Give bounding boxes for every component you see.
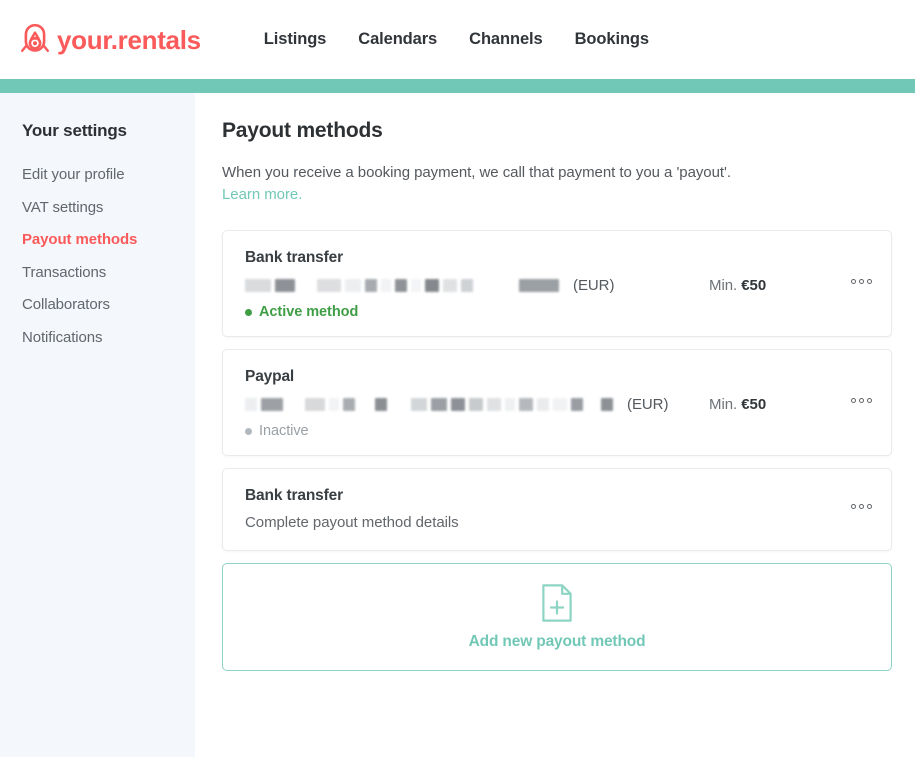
kebab-dot-1 xyxy=(851,398,856,403)
sidebar-item-payout-methods[interactable]: Payout methods xyxy=(0,224,195,257)
sidebar-item-edit-your-profile[interactable]: Edit your profile xyxy=(0,159,195,192)
payout-method-title: Bank transfer xyxy=(245,487,343,504)
sidebar-item-transactions[interactable]: Transactions xyxy=(0,257,195,290)
minimum-label: Min. xyxy=(709,277,738,294)
page-title: Payout methods xyxy=(222,119,383,142)
payout-method-title: Bank transfer xyxy=(245,249,343,266)
sidebar-nav: Edit your profile VAT settings Payout me… xyxy=(0,159,195,354)
payout-method-card[interactable]: Paypal (EUR) Inactive Min. €50 xyxy=(222,349,892,456)
payout-methods-page: your.rentals Listings Calendars Channels… xyxy=(0,0,915,757)
kebab-dot-3 xyxy=(867,279,872,284)
status-badge: Inactive xyxy=(245,423,709,439)
main-nav: Listings Calendars Channels Bookings xyxy=(264,30,649,49)
status-dot-icon xyxy=(245,308,252,316)
brand-logo[interactable]: your.rentals xyxy=(20,23,201,57)
top-navigation-bar: your.rentals Listings Calendars Channels… xyxy=(0,0,915,79)
minimum-value: €50 xyxy=(741,277,767,294)
payout-method-subtitle: Complete payout method details xyxy=(245,514,459,531)
payout-method-card[interactable]: Bank transfer Complete payout method det… xyxy=(222,468,892,551)
redacted-account-number xyxy=(245,279,563,292)
learn-more-link[interactable]: Learn more. xyxy=(222,184,915,206)
add-new-payout-method-label: Add new payout method xyxy=(468,632,646,650)
minimum-value: €50 xyxy=(741,396,767,413)
minimum-payout: Min. €50 xyxy=(709,395,869,413)
sidebar-item-notifications[interactable]: Notifications xyxy=(0,322,195,355)
rental-key-logo-icon xyxy=(21,23,49,52)
kebab-menu-icon[interactable] xyxy=(851,504,872,509)
add-new-payout-method-button[interactable]: Add new payout method xyxy=(222,563,892,671)
sidebar-item-vat-settings[interactable]: VAT settings xyxy=(0,192,195,225)
nav-item-calendars[interactable]: Calendars xyxy=(358,30,437,49)
intro-text: When you receive a booking payment, we c… xyxy=(222,164,731,181)
minimum-payout: Min. €50 xyxy=(709,276,869,294)
redacted-account-email xyxy=(245,398,617,411)
nav-item-listings[interactable]: Listings xyxy=(264,30,327,49)
status-badge: Active method xyxy=(245,304,709,320)
nav-item-bookings[interactable]: Bookings xyxy=(575,30,649,49)
account-number-row: (EUR) xyxy=(245,276,709,295)
kebab-dot-2 xyxy=(859,398,864,403)
kebab-menu-icon[interactable] xyxy=(851,279,872,284)
payout-method-title: Paypal xyxy=(245,368,295,385)
sidebar-item-collaborators[interactable]: Collaborators xyxy=(0,289,195,322)
intro-paragraph: When you receive a booking payment, we c… xyxy=(222,162,915,206)
kebab-dot-3 xyxy=(867,398,872,403)
kebab-dot-1 xyxy=(851,279,856,284)
nav-item-channels[interactable]: Channels xyxy=(469,30,543,49)
payout-method-card[interactable]: Bank transfer (EUR) Active method Min. €… xyxy=(222,230,892,337)
status-label: Inactive xyxy=(259,423,309,439)
status-dot-icon xyxy=(245,427,252,435)
settings-sidebar: Your settings Edit your profile VAT sett… xyxy=(0,93,195,757)
account-number-row: (EUR) xyxy=(245,395,709,414)
sidebar-title: Your settings xyxy=(22,121,127,140)
document-plus-icon xyxy=(542,583,572,622)
status-label: Active method xyxy=(259,304,359,320)
currency-label: (EUR) xyxy=(573,277,615,294)
main-content: Payout methods When you receive a bookin… xyxy=(195,93,915,757)
accent-divider xyxy=(0,79,915,93)
kebab-menu-icon[interactable] xyxy=(851,398,872,403)
kebab-dot-3 xyxy=(867,504,872,509)
kebab-dot-1 xyxy=(851,504,856,509)
kebab-dot-2 xyxy=(859,504,864,509)
kebab-dot-2 xyxy=(859,279,864,284)
payout-method-list: Bank transfer (EUR) Active method Min. €… xyxy=(222,230,892,671)
brand-name: your.rentals xyxy=(57,24,201,55)
currency-label: (EUR) xyxy=(627,396,669,413)
minimum-label: Min. xyxy=(709,396,738,413)
